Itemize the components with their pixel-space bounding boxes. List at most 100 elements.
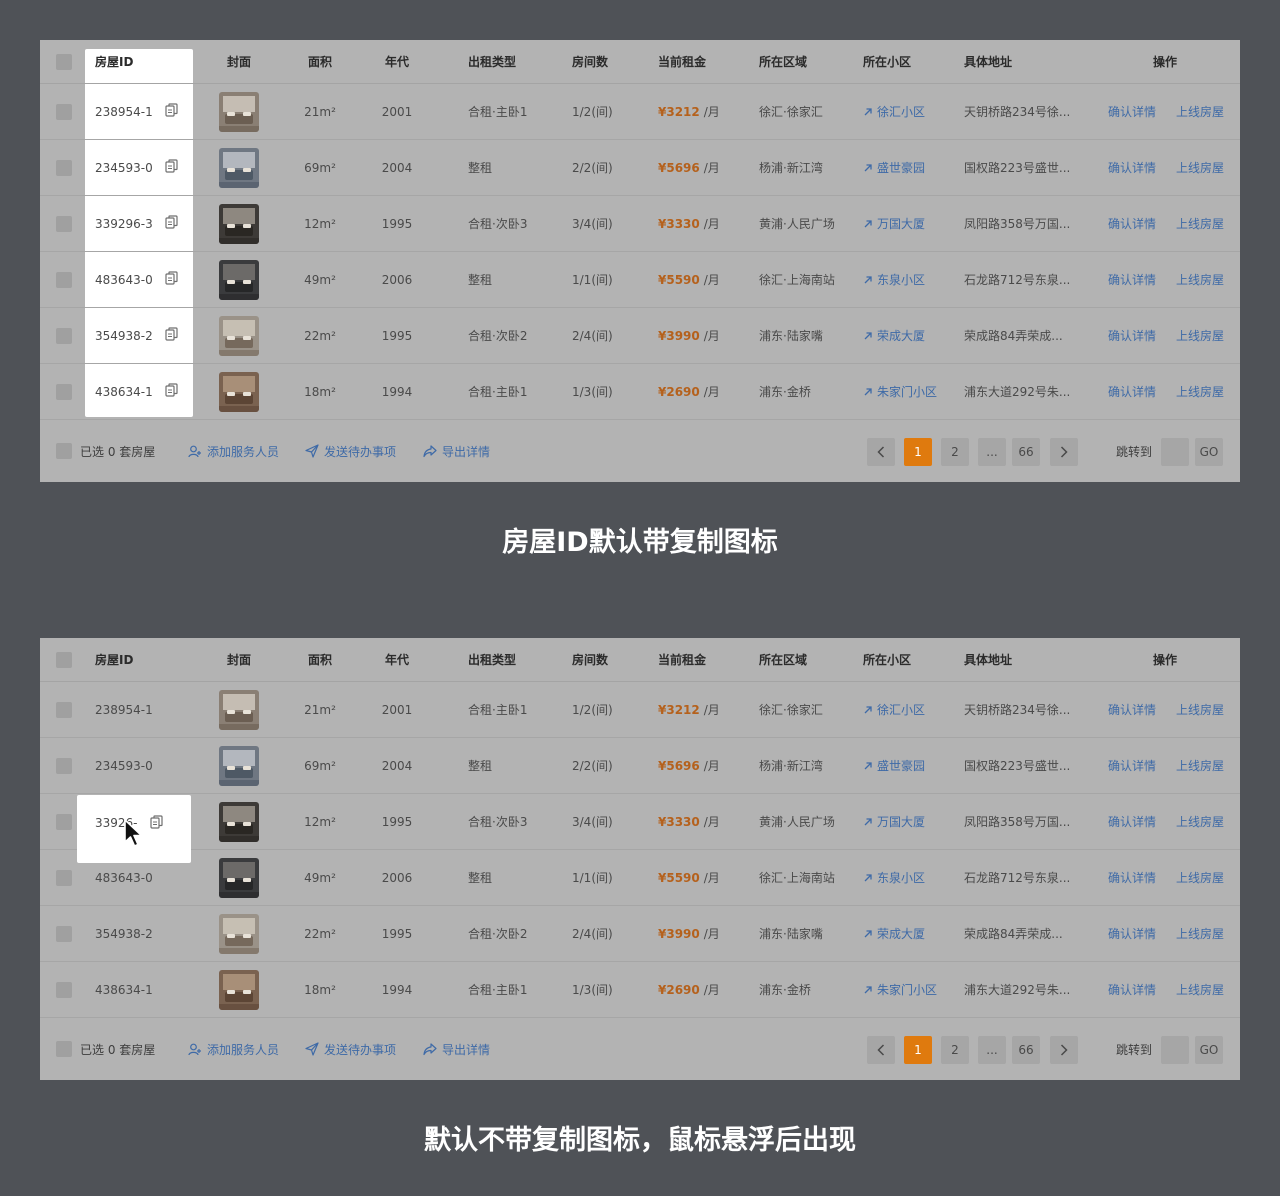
row-checkbox[interactable] (56, 215, 72, 232)
cover-image[interactable] (219, 801, 259, 842)
cover-image[interactable] (219, 857, 259, 898)
send-todo-button[interactable]: 发送待办事项 (305, 1018, 396, 1080)
export-details-button[interactable]: 导出详情 (423, 1018, 490, 1080)
rent-type-cell: 合租·次卧2 (468, 329, 528, 343)
confirm-details-link[interactable]: 确认详情 (1108, 850, 1156, 905)
community-link[interactable]: 万国大厦 (863, 196, 925, 251)
cover-image[interactable] (219, 371, 259, 412)
online-house-link[interactable]: 上线房屋 (1176, 738, 1224, 793)
row-checkbox[interactable] (56, 925, 72, 942)
send-todo-button[interactable]: 发送待办事项 (305, 420, 396, 482)
community-link[interactable]: 荣成大厦 (863, 906, 925, 961)
jump-page-input[interactable] (1161, 1036, 1189, 1064)
footer-select-checkbox[interactable] (56, 443, 72, 459)
confirm-details-link[interactable]: 确认详情 (1108, 140, 1156, 195)
cover-image[interactable] (219, 147, 259, 188)
rooms-cell: 2/2(间) (572, 759, 613, 773)
cover-image[interactable] (219, 689, 259, 730)
year-cell: 2001 (381, 104, 413, 119)
cover-image[interactable] (219, 745, 259, 786)
copy-icon[interactable] (149, 814, 163, 832)
page-button[interactable]: 2 (941, 438, 969, 466)
year-cell: 1994 (381, 384, 413, 399)
community-link[interactable]: 万国大厦 (863, 794, 925, 849)
cover-image[interactable] (219, 315, 259, 356)
page-button[interactable]: ... (978, 438, 1006, 466)
row-checkbox[interactable] (56, 327, 72, 344)
confirm-details-link[interactable]: 确认详情 (1108, 308, 1156, 363)
next-page-button[interactable] (1050, 438, 1078, 466)
row-checkbox[interactable] (56, 701, 72, 718)
confirm-details-link[interactable]: 确认详情 (1108, 252, 1156, 307)
community-link[interactable]: 荣成大厦 (863, 308, 925, 363)
footer-select-checkbox[interactable] (56, 1041, 72, 1057)
cover-image[interactable] (219, 203, 259, 244)
community-link[interactable]: 徐汇小区 (863, 682, 925, 737)
page-button[interactable]: ... (978, 1036, 1006, 1064)
copy-icon[interactable] (165, 215, 178, 232)
online-house-link[interactable]: 上线房屋 (1176, 682, 1224, 737)
cover-image[interactable] (219, 91, 259, 132)
add-staff-button[interactable]: 添加服务人员 (188, 1018, 279, 1080)
row-checkbox[interactable] (56, 383, 72, 400)
page-button[interactable]: 1 (904, 438, 932, 466)
online-house-link[interactable]: 上线房屋 (1176, 906, 1224, 961)
confirm-details-link[interactable]: 确认详情 (1108, 738, 1156, 793)
online-house-link[interactable]: 上线房屋 (1176, 962, 1224, 1017)
confirm-details-link[interactable]: 确认详情 (1108, 84, 1156, 139)
page-button[interactable]: 2 (941, 1036, 969, 1064)
copy-icon[interactable] (165, 383, 178, 400)
row-checkbox[interactable] (56, 103, 72, 120)
page-button[interactable]: 66 (1012, 438, 1040, 466)
community-link[interactable]: 徐汇小区 (863, 84, 925, 139)
arrow-up-right-icon (864, 107, 872, 115)
community-link[interactable]: 朱家门小区 (863, 364, 937, 419)
row-checkbox[interactable] (56, 813, 72, 830)
cover-image[interactable] (219, 913, 259, 954)
prev-page-button[interactable] (867, 438, 895, 466)
prev-page-button[interactable] (867, 1036, 895, 1064)
copy-icon[interactable] (165, 327, 178, 344)
community-link[interactable]: 盛世豪园 (863, 140, 925, 195)
online-house-link[interactable]: 上线房屋 (1176, 196, 1224, 251)
online-house-link[interactable]: 上线房屋 (1176, 850, 1224, 905)
select-all-checkbox[interactable] (56, 651, 72, 668)
address-cell: 天钥桥路234号徐... (964, 703, 1071, 717)
page-button[interactable]: 1 (904, 1036, 932, 1064)
confirm-details-link[interactable]: 确认详情 (1108, 196, 1156, 251)
go-button[interactable]: GO (1195, 1036, 1223, 1064)
go-button[interactable]: GO (1195, 438, 1223, 466)
copy-icon[interactable] (165, 103, 178, 120)
row-checkbox[interactable] (56, 981, 72, 998)
online-house-link[interactable]: 上线房屋 (1176, 84, 1224, 139)
community-link[interactable]: 东泉小区 (863, 252, 925, 307)
confirm-details-link[interactable]: 确认详情 (1108, 794, 1156, 849)
next-page-button[interactable] (1050, 1036, 1078, 1064)
confirm-details-link[interactable]: 确认详情 (1108, 682, 1156, 737)
confirm-details-link[interactable]: 确认详情 (1108, 364, 1156, 419)
page-button[interactable]: 66 (1012, 1036, 1040, 1064)
online-house-link[interactable]: 上线房屋 (1176, 794, 1224, 849)
table-panel-hover-copy: 房屋ID 封面 面积 年代 出租类型 房间数 当前租金 所在区域 所在小区 具体… (40, 638, 1240, 1080)
row-checkbox[interactable] (56, 271, 72, 288)
select-all-checkbox[interactable] (56, 53, 72, 70)
online-house-link[interactable]: 上线房屋 (1176, 364, 1224, 419)
community-link[interactable]: 东泉小区 (863, 850, 925, 905)
row-checkbox[interactable] (56, 757, 72, 774)
copy-icon[interactable] (165, 271, 178, 288)
online-house-link[interactable]: 上线房屋 (1176, 140, 1224, 195)
cover-image[interactable] (219, 259, 259, 300)
confirm-details-link[interactable]: 确认详情 (1108, 962, 1156, 1017)
online-house-link[interactable]: 上线房屋 (1176, 308, 1224, 363)
online-house-link[interactable]: 上线房屋 (1176, 252, 1224, 307)
community-link[interactable]: 朱家门小区 (863, 962, 937, 1017)
row-checkbox[interactable] (56, 869, 72, 886)
export-details-button[interactable]: 导出详情 (423, 420, 490, 482)
community-link[interactable]: 盛世豪园 (863, 738, 925, 793)
cover-image[interactable] (219, 969, 259, 1010)
row-checkbox[interactable] (56, 159, 72, 176)
add-staff-button[interactable]: 添加服务人员 (188, 420, 279, 482)
copy-icon[interactable] (165, 159, 178, 176)
confirm-details-link[interactable]: 确认详情 (1108, 906, 1156, 961)
jump-page-input[interactable] (1161, 438, 1189, 466)
